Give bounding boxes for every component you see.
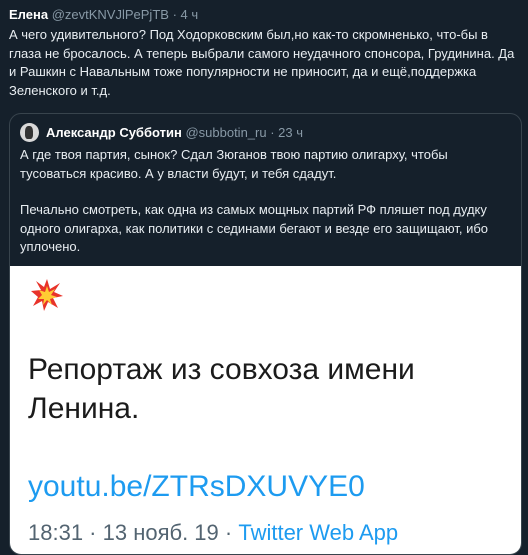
author-handle[interactable]: @zevtKNVJlPePjTB — [52, 7, 169, 22]
quoted-media-image[interactable]: Репортаж из совхоза имени Ленина. youtu.… — [10, 266, 521, 554]
media-footer-app[interactable]: Twitter Web App — [238, 520, 398, 545]
collision-icon — [31, 279, 63, 311]
quoted-tweet-text: А где твоя партия, сынок? Сдал Зюганов т… — [20, 146, 510, 275]
quoted-tweet-time: · 23 ч — [270, 124, 304, 140]
media-footer-time: 18:31 · 13 нояб. 19 · — [28, 520, 239, 545]
quoted-author-name: Александр Субботин — [46, 124, 182, 140]
quoted-tweet-header: Александр Субботин @subbotin_ru · 23 ч — [20, 123, 303, 142]
quoted-author-handle: @subbotin_ru — [185, 124, 267, 140]
avatar[interactable] — [20, 123, 39, 142]
media-headline: Репортаж из совхоза имени Ленина. — [28, 353, 415, 425]
media-footer: 18:31 · 13 нояб. 19 · Twitter Web App — [28, 519, 398, 547]
quoted-paragraph-2: Печально смотреть, как одна из самых мощ… — [20, 202, 489, 254]
author-name[interactable]: Елена — [9, 7, 48, 22]
quoted-tweet[interactable]: Александр Субботин @subbotin_ru · 23 ч А… — [9, 113, 522, 555]
tweet-text: А чего удивительного? Под Ходорковским б… — [9, 27, 515, 98]
tweet-time[interactable]: · 4 ч — [173, 7, 199, 22]
tweet: Елена @zevtKNVJlPePjTB · 4 ч А чего удив… — [9, 6, 521, 100]
quoted-paragraph-1: А где твоя партия, сынок? Сдал Зюганов т… — [20, 147, 448, 181]
media-youtube-link[interactable]: youtu.be/ZTRsDXUVYE0 — [28, 469, 365, 505]
tweet-header: Елена @zevtKNVJlPePjTB · 4 ч — [9, 6, 521, 24]
